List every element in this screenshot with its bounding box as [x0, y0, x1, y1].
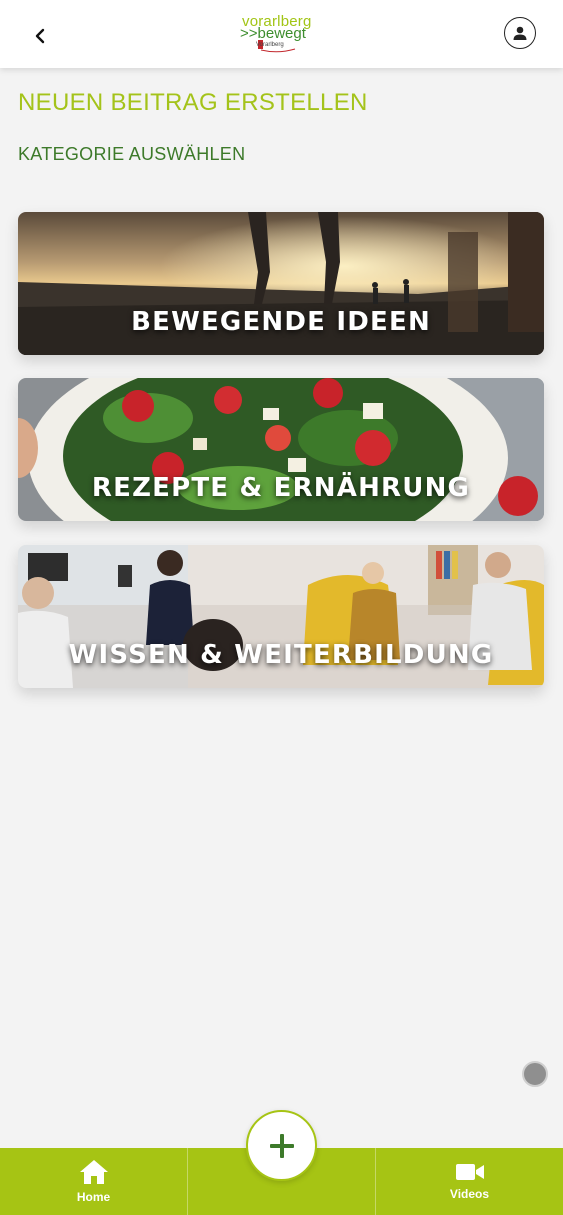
- category-label: WISSEN & WEITERBILDUNG: [68, 640, 494, 670]
- brand-logo[interactable]: vorarlberg >>bewegt Vorarlberg: [238, 14, 328, 56]
- nav-videos-label: Videos: [449, 1187, 490, 1201]
- category-label: BEWEGENDE IDEEN: [131, 307, 431, 337]
- nav-videos[interactable]: Videos: [376, 1148, 563, 1215]
- logo-text-bottom: >>bewegt: [240, 25, 306, 42]
- back-button[interactable]: [26, 22, 54, 50]
- profile-button[interactable]: [504, 17, 536, 49]
- app-header: vorarlberg >>bewegt Vorarlberg: [0, 0, 563, 68]
- home-icon: [79, 1160, 108, 1184]
- scroll-indicator[interactable]: [522, 1061, 548, 1087]
- nav-home[interactable]: Home: [0, 1148, 188, 1215]
- video-camera-icon: [455, 1164, 484, 1180]
- nav-home-label: Home: [76, 1190, 111, 1204]
- category-card-rezepte-ernaehrung[interactable]: REZEPTE & ERNÄHRUNG: [18, 378, 544, 521]
- logo-swoosh-icon: [260, 48, 296, 53]
- user-icon: [513, 26, 527, 40]
- category-card-wissen-weiterbildung[interactable]: WISSEN & WEITERBILDUNG: [18, 545, 544, 688]
- section-label: KATEGORIE AUSWÄHLEN: [18, 144, 246, 164]
- add-post-button[interactable]: [246, 1110, 317, 1181]
- plus-icon: [269, 1133, 294, 1158]
- chevron-left-icon: [35, 28, 45, 44]
- page-title: NEUEN BEITRAG ERSTELLEN: [18, 89, 368, 116]
- category-card-bewegende-ideen[interactable]: BEWEGENDE IDEEN: [18, 212, 544, 355]
- category-label: REZEPTE & ERNÄHRUNG: [91, 473, 471, 503]
